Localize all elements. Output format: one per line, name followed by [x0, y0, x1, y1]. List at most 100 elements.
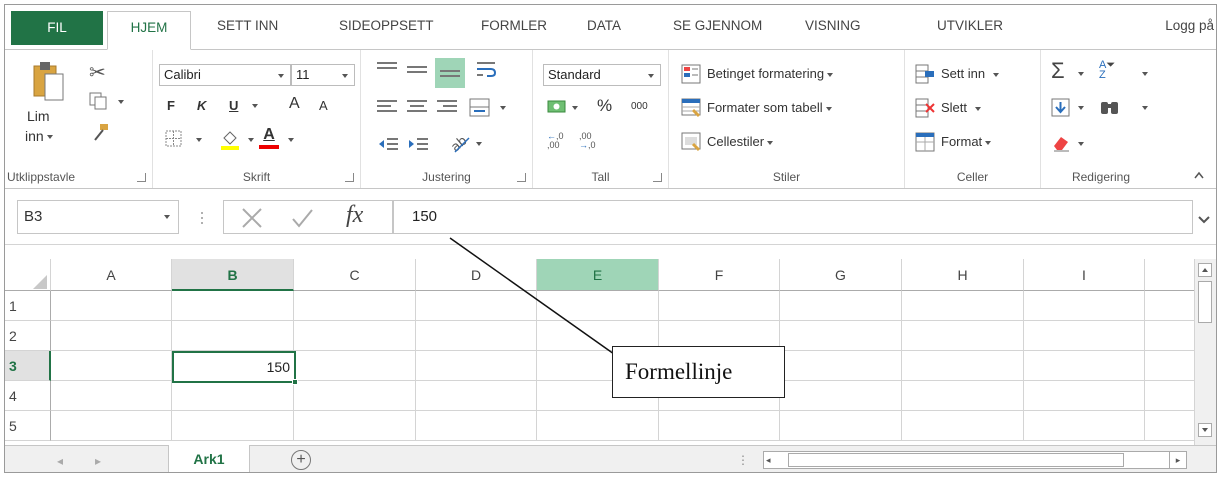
scroll-up-icon[interactable]: [1198, 263, 1212, 277]
insert-cells-button[interactable]: Sett inn: [941, 66, 1000, 81]
cell[interactable]: [1145, 351, 1196, 381]
tab-page-layout[interactable]: SIDEOPPSETT: [339, 18, 434, 33]
grow-font-button[interactable]: A: [289, 95, 300, 113]
paste-icon[interactable]: [31, 60, 65, 104]
cell[interactable]: [294, 411, 416, 441]
merge-dropdown-icon[interactable]: [500, 106, 506, 110]
cell[interactable]: [537, 291, 659, 321]
cell[interactable]: [416, 381, 537, 411]
underline-button[interactable]: U: [229, 98, 238, 113]
cell[interactable]: [1145, 291, 1196, 321]
cell-styles-button[interactable]: Cellestiler: [707, 134, 774, 149]
row-header-3[interactable]: 3: [5, 351, 51, 381]
borders-dropdown-icon[interactable]: [196, 138, 202, 142]
cell[interactable]: [172, 381, 294, 411]
wrap-text-icon[interactable]: [475, 60, 497, 80]
cell[interactable]: [416, 291, 537, 321]
row-header-2[interactable]: 2: [5, 321, 51, 351]
autosum-icon[interactable]: Σ: [1051, 58, 1065, 84]
tab-view[interactable]: VISNING: [805, 18, 861, 33]
scroll-sheets-right-icon[interactable]: ▸: [95, 454, 101, 468]
fill-dropdown-icon[interactable]: [1078, 106, 1084, 110]
font-name-select[interactable]: Calibri: [159, 64, 291, 86]
font-color-icon[interactable]: A: [259, 126, 279, 150]
paste-label-2[interactable]: inn: [25, 128, 53, 144]
cell-b3[interactable]: 150: [172, 351, 298, 385]
scroll-thumb[interactable]: [1198, 281, 1212, 323]
scroll-right-icon[interactable]: ▸: [1169, 451, 1187, 469]
currency-dropdown-icon[interactable]: [572, 106, 578, 110]
scroll-down-icon[interactable]: [1198, 423, 1212, 437]
fill-color-dropdown-icon[interactable]: [248, 138, 254, 142]
delete-cells-button[interactable]: Slett: [941, 100, 982, 115]
align-bottom-icon[interactable]: [435, 58, 465, 88]
borders-icon[interactable]: [165, 130, 183, 148]
insert-function-icon[interactable]: fx: [346, 202, 363, 229]
orientation-dropdown-icon[interactable]: [476, 142, 482, 146]
cell[interactable]: [1024, 381, 1145, 411]
login-link[interactable]: Logg på: [1165, 18, 1214, 33]
find-select-dropdown-icon[interactable]: [1142, 106, 1148, 110]
column-header-g[interactable]: G: [780, 259, 902, 291]
enter-icon[interactable]: [290, 206, 314, 230]
cell[interactable]: [416, 351, 537, 381]
font-launcher-icon[interactable]: [345, 173, 354, 182]
shrink-font-button[interactable]: A: [319, 98, 328, 113]
conditional-formatting-button[interactable]: Betinget formatering: [707, 66, 834, 81]
cell[interactable]: [537, 411, 659, 441]
scroll-sheets-left-icon[interactable]: ◂: [57, 454, 63, 468]
orientation-icon[interactable]: ab: [448, 132, 471, 155]
cell[interactable]: [1024, 411, 1145, 441]
fill-icon[interactable]: [1051, 98, 1071, 118]
row-header-1[interactable]: 1: [5, 291, 51, 321]
conditional-formatting-icon[interactable]: [681, 64, 701, 84]
collapse-ribbon-icon[interactable]: [1193, 168, 1205, 179]
insert-cells-icon[interactable]: [915, 64, 935, 84]
align-right-icon[interactable]: [437, 100, 457, 115]
scroll-left-icon[interactable]: ◂: [766, 454, 778, 466]
copy-dropdown-icon[interactable]: [118, 100, 124, 104]
column-header-h[interactable]: H: [902, 259, 1024, 291]
cell[interactable]: [780, 291, 902, 321]
cell[interactable]: [780, 351, 902, 381]
align-left-icon[interactable]: [377, 100, 397, 115]
cell[interactable]: [659, 291, 780, 321]
increase-decimal-icon[interactable]: ←,0,00: [547, 132, 571, 152]
sort-filter-icon[interactable]: A⏷ Z: [1099, 60, 1121, 82]
cell[interactable]: [780, 411, 902, 441]
bold-button[interactable]: F: [167, 98, 175, 113]
name-box[interactable]: B3: [17, 200, 179, 234]
cell[interactable]: [902, 381, 1024, 411]
cell[interactable]: [902, 411, 1024, 441]
sort-filter-dropdown-icon[interactable]: [1142, 72, 1148, 76]
tab-developer[interactable]: UTVIKLER: [937, 18, 1003, 33]
cell[interactable]: [172, 321, 294, 351]
column-header-f[interactable]: F: [659, 259, 780, 291]
column-header-b[interactable]: B: [172, 259, 294, 291]
tab-file[interactable]: FIL: [11, 11, 103, 45]
fill-color-icon[interactable]: [219, 128, 241, 150]
column-header-e[interactable]: E: [537, 259, 659, 291]
align-middle-icon[interactable]: [407, 66, 427, 76]
find-select-icon[interactable]: [1099, 98, 1121, 118]
cancel-icon[interactable]: [240, 206, 264, 230]
decrease-indent-icon[interactable]: [377, 136, 399, 152]
cell[interactable]: [51, 321, 172, 351]
underline-dropdown-icon[interactable]: [252, 104, 258, 108]
clear-dropdown-icon[interactable]: [1078, 142, 1084, 146]
cell-styles-icon[interactable]: [681, 132, 701, 152]
number-format-select[interactable]: Standard: [543, 64, 661, 86]
merge-center-icon[interactable]: [469, 98, 491, 118]
font-size-select[interactable]: 11: [291, 64, 355, 86]
autosum-dropdown-icon[interactable]: [1078, 72, 1084, 76]
percent-button[interactable]: %: [597, 96, 612, 116]
decrease-decimal-icon[interactable]: ,00 →,0: [579, 132, 603, 152]
tab-insert[interactable]: SETT INN: [217, 18, 278, 33]
cell[interactable]: [51, 291, 172, 321]
alignment-launcher-icon[interactable]: [517, 173, 526, 182]
tab-split-handle-icon[interactable]: ⋮: [737, 453, 749, 467]
column-header-d[interactable]: D: [416, 259, 537, 291]
format-as-table-icon[interactable]: [681, 98, 701, 118]
cell[interactable]: [294, 381, 416, 411]
cell[interactable]: [51, 411, 172, 441]
